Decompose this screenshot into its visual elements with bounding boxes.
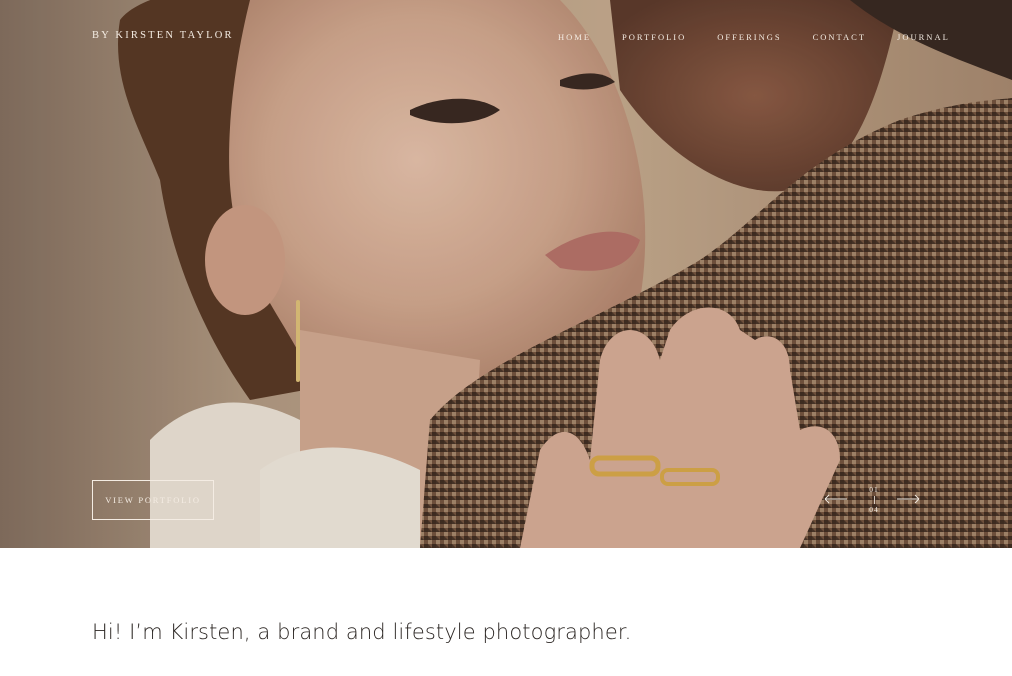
hero-section: BY KIRSTEN TAYLOR HOME PORTFOLIO OFFERIN… — [0, 0, 1012, 548]
slide-counter: 01 04 — [864, 486, 884, 513]
arrow-left-icon[interactable] — [824, 494, 848, 504]
brand-logo[interactable]: BY KIRSTEN TAYLOR — [92, 30, 234, 41]
nav-home[interactable]: HOME — [558, 32, 591, 42]
view-portfolio-button[interactable]: VIEW PORTFOLIO — [92, 480, 214, 520]
slide-total: 04 — [869, 504, 879, 514]
hero-photo — [0, 0, 1012, 548]
counter-divider — [873, 495, 875, 504]
arrow-right-icon[interactable] — [896, 494, 920, 504]
nav-journal[interactable]: JOURNAL — [897, 32, 950, 42]
top-navigation: BY KIRSTEN TAYLOR HOME PORTFOLIO OFFERIN… — [0, 0, 1012, 72]
nav-portfolio[interactable]: PORTFOLIO — [622, 32, 686, 42]
slide-current: 01 — [869, 485, 879, 494]
nav-menu: HOME PORTFOLIO OFFERINGS CONTACT JOURNAL — [558, 32, 981, 42]
intro-headline: Hi! I’m Kirsten, a brand and lifestyle p… — [92, 620, 632, 644]
nav-offerings[interactable]: OFFERINGS — [717, 32, 781, 42]
slider-controls: 01 04 — [824, 486, 924, 516]
nav-contact[interactable]: CONTACT — [813, 32, 866, 42]
